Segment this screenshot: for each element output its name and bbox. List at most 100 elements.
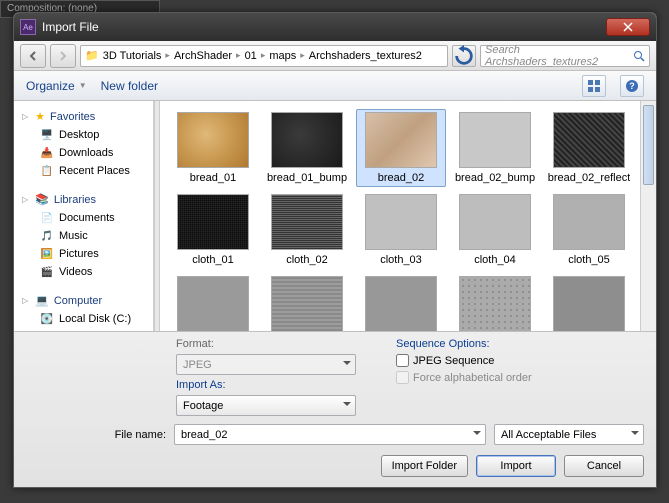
breadcrumb-bar[interactable]: 📁 3D Tutorials▸ ArchShader▸ 01▸ maps▸ Ar… [80, 45, 448, 67]
crumb-segment[interactable]: Archshaders_textures2 [307, 50, 424, 62]
thumbnails-icon [587, 79, 601, 93]
importas-combo[interactable]: Footage [176, 395, 356, 416]
thumbnail-image [553, 276, 625, 331]
close-button[interactable] [606, 18, 650, 36]
import-folder-button[interactable]: Import Folder [381, 455, 468, 477]
search-icon [633, 50, 645, 62]
thumbnail-item[interactable]: cloth_01 [168, 191, 258, 269]
thumbnail-label: bread_01_bump [267, 172, 347, 184]
thumbnail-label: cloth_04 [474, 254, 516, 266]
arrow-left-icon [27, 50, 39, 62]
thumbnail-image [459, 112, 531, 168]
sidebar-item-documents[interactable]: 📄Documents [14, 209, 153, 227]
bottom-panel: Format: JPEG Import As: Footage Sequence… [14, 331, 656, 487]
file-filter-combo[interactable]: All Acceptable Files [494, 424, 644, 445]
thumbnail-image [365, 112, 437, 168]
sidebar-item-pictures[interactable]: 🖼️Pictures [14, 245, 153, 263]
sidebar-item-music[interactable]: 🎵Music [14, 227, 153, 245]
scrollbar-thumb[interactable] [643, 105, 654, 185]
svg-text:?: ? [629, 81, 635, 91]
close-icon [623, 22, 633, 32]
thumbnail-image [177, 194, 249, 250]
thumbnail-item[interactable]: bread_01 [168, 109, 258, 187]
thumbnail-item[interactable]: cloth_05 [544, 191, 634, 269]
thumbnail-item[interactable] [262, 273, 352, 331]
back-button[interactable] [20, 44, 46, 68]
crumb-segment[interactable]: maps [267, 50, 298, 62]
thumbnail-grid: bread_01 bread_01_bump bread_02 bread_02_bu… [168, 109, 648, 331]
sidebar: ★Favorites 🖥️Desktop 📥Downloads 📋Recent … [14, 101, 154, 331]
thumbnail-label: bread_02_reflect [548, 172, 631, 184]
refresh-button[interactable] [452, 45, 476, 67]
import-file-dialog: Ae Import File 📁 3D Tutorials▸ ArchShade… [13, 12, 657, 488]
file-pane[interactable]: bread_01 bread_01_bump bread_02 bread_02_bu… [160, 101, 656, 331]
thumbnail-image [553, 194, 625, 250]
sidebar-item-disk-c[interactable]: 💽Local Disk (C:) [14, 310, 153, 328]
thumbnail-item[interactable] [544, 273, 634, 331]
thumbnail-item[interactable] [356, 273, 446, 331]
thumbnail-image [271, 194, 343, 250]
arrow-right-icon [57, 50, 69, 62]
thumbnail-image [459, 194, 531, 250]
sidebar-header-libraries[interactable]: 📚Libraries [14, 190, 153, 209]
thumbnail-item[interactable]: cloth_04 [450, 191, 540, 269]
thumbnail-item[interactable]: bread_02 [356, 109, 446, 187]
thumbnail-label: bread_02 [378, 172, 425, 184]
crumb-segment[interactable]: 01 [243, 50, 259, 62]
thumbnail-item[interactable] [450, 273, 540, 331]
refresh-icon [453, 45, 475, 67]
view-menu[interactable] [582, 75, 606, 97]
crumb-segment[interactable]: ArchShader [172, 50, 234, 62]
search-input[interactable]: Search Archshaders_textures2 [480, 45, 650, 67]
organize-menu[interactable]: Organize ▼ [26, 79, 87, 93]
dialog-title: Import File [42, 20, 606, 34]
thumbnail-label: cloth_02 [286, 254, 328, 266]
help-button[interactable]: ? [620, 75, 644, 97]
import-button[interactable]: Import [476, 455, 556, 477]
thumbnail-image [365, 194, 437, 250]
force-alpha-checkbox[interactable]: Force alphabetical order [396, 371, 532, 384]
toolbar: Organize ▼ New folder ? [14, 71, 656, 101]
ae-app-icon: Ae [20, 19, 36, 35]
thumbnail-image [459, 276, 531, 331]
thumbnail-image [177, 112, 249, 168]
thumbnail-label: bread_01 [190, 172, 237, 184]
thumbnail-item[interactable]: bread_01_bump [262, 109, 352, 187]
jpeg-sequence-checkbox[interactable]: JPEG Sequence [396, 354, 532, 367]
sidebar-item-downloads[interactable]: 📥Downloads [14, 144, 153, 162]
filename-input[interactable]: bread_02 [174, 424, 486, 445]
thumbnail-image [271, 112, 343, 168]
thumbnail-image [271, 276, 343, 331]
importas-label: Import As: [176, 379, 356, 391]
nav-bar: 📁 3D Tutorials▸ ArchShader▸ 01▸ maps▸ Ar… [14, 41, 656, 71]
help-icon: ? [625, 79, 639, 93]
thumbnail-item[interactable]: bread_02_reflect [544, 109, 634, 187]
titlebar: Ae Import File [14, 13, 656, 41]
thumbnail-item[interactable]: cloth_03 [356, 191, 446, 269]
sequence-options-label: Sequence Options: [396, 338, 532, 350]
cancel-button[interactable]: Cancel [564, 455, 644, 477]
thumbnail-image [553, 112, 625, 168]
thumbnail-label: bread_02_bump [455, 172, 535, 184]
thumbnail-item[interactable]: bread_02_bump [450, 109, 540, 187]
dialog-body: ★Favorites 🖥️Desktop 📥Downloads 📋Recent … [14, 101, 656, 331]
search-placeholder: Search Archshaders_textures2 [485, 44, 633, 68]
crumb-segment[interactable]: 3D Tutorials [101, 50, 164, 62]
sidebar-header-computer[interactable]: 💻Computer [14, 291, 153, 310]
thumbnail-label: cloth_05 [568, 254, 610, 266]
sidebar-item-recent[interactable]: 📋Recent Places [14, 162, 153, 180]
forward-button[interactable] [50, 44, 76, 68]
vertical-scrollbar[interactable] [640, 101, 656, 331]
thumbnail-label: cloth_01 [192, 254, 234, 266]
thumbnail-label: cloth_03 [380, 254, 422, 266]
thumbnail-image [365, 276, 437, 331]
format-combo: JPEG [176, 354, 356, 375]
sidebar-item-desktop[interactable]: 🖥️Desktop [14, 126, 153, 144]
sidebar-item-videos[interactable]: 🎬Videos [14, 263, 153, 281]
thumbnail-item[interactable]: cloth_02 [262, 191, 352, 269]
filename-label: File name: [26, 429, 166, 441]
sidebar-header-favorites[interactable]: ★Favorites [14, 107, 153, 126]
thumbnail-item[interactable] [168, 273, 258, 331]
folder-icon: 📁 [85, 49, 99, 62]
new-folder-button[interactable]: New folder [101, 79, 158, 93]
